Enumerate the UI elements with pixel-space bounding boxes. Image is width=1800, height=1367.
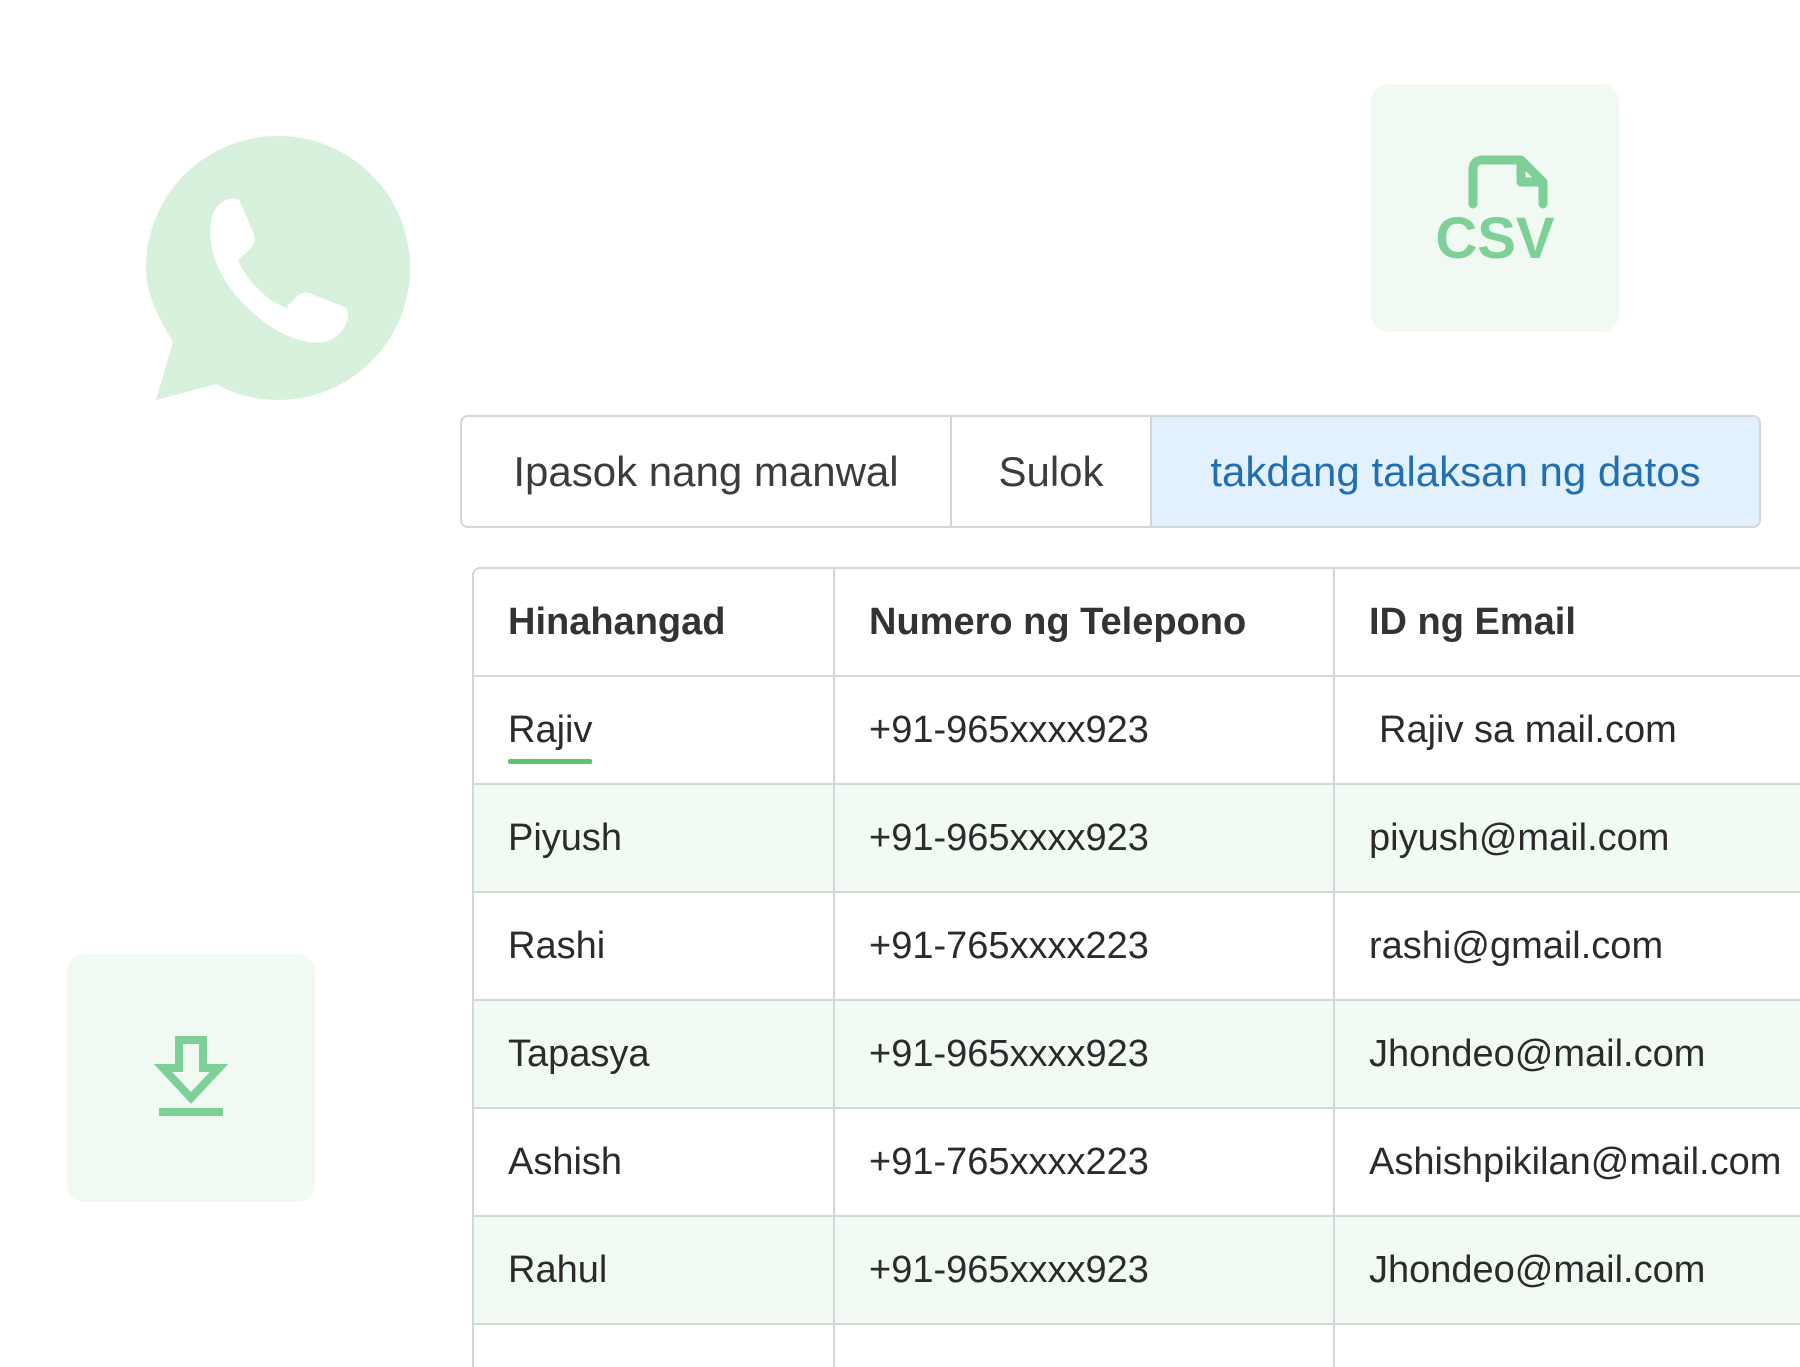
- whatsapp-icon: [118, 118, 438, 438]
- name-cell[interactable]: Piyush: [474, 785, 833, 891]
- table-row[interactable]: Ashish +91-765xxxx223 Ashishpikilan@mail…: [474, 1109, 1800, 1217]
- email-cell[interactable]: Jhondeo@mail.com: [1333, 1217, 1800, 1323]
- csv-file-icon: CSV: [1435, 155, 1555, 271]
- csv-file-tile[interactable]: CSV: [1371, 84, 1619, 332]
- contacts-table: Hinahangad Numero ng Telepono ID ng Emai…: [472, 567, 1800, 1367]
- column-header-phone: Numero ng Telepono: [833, 569, 1333, 675]
- table-row[interactable]: Piyush +91-965xxxx923 piyush@mail.com: [474, 785, 1800, 893]
- table-row[interactable]: Rashi +91-765xxxx223 rashi@gmail.com: [474, 893, 1800, 1001]
- name-cell[interactable]: Rajiv: [474, 677, 833, 783]
- tab-manual-entry[interactable]: Ipasok nang manwal: [462, 417, 950, 526]
- column-header-email: ID ng Email: [1333, 569, 1800, 675]
- table-row[interactable]: Rajiv +91-965xxxx923 Rajiv sa mail.com: [474, 677, 1800, 785]
- phone-cell[interactable]: +91-965xxxx923: [833, 677, 1333, 783]
- name-cell[interactable]: Tapasya: [474, 1001, 833, 1107]
- phone-cell[interactable]: +91-765xxxx223: [833, 893, 1333, 999]
- table-row[interactable]: Rahul +91-965xxxx923 Jhondeo@mail.com: [474, 1217, 1800, 1325]
- email-cell[interactable]: [1333, 1325, 1800, 1367]
- phone-cell[interactable]: [833, 1325, 1333, 1367]
- phone-cell[interactable]: +91-965xxxx923: [833, 785, 1333, 891]
- table-header-row: Hinahangad Numero ng Telepono ID ng Emai…: [474, 569, 1800, 677]
- name-cell[interactable]: Ashish: [474, 1109, 833, 1215]
- email-cell[interactable]: Rajiv sa mail.com: [1333, 677, 1800, 783]
- phone-cell[interactable]: +91-765xxxx223: [833, 1109, 1333, 1215]
- phone-cell[interactable]: +91-965xxxx923: [833, 1217, 1333, 1323]
- email-cell[interactable]: Jhondeo@mail.com: [1333, 1001, 1800, 1107]
- tab-sulok[interactable]: Sulok: [950, 417, 1150, 526]
- email-cell[interactable]: rashi@gmail.com: [1333, 893, 1800, 999]
- download-tile[interactable]: [67, 954, 315, 1202]
- phone-cell[interactable]: +91-965xxxx923: [833, 1001, 1333, 1107]
- name-cell[interactable]: Rashi: [474, 893, 833, 999]
- download-icon: [153, 1036, 229, 1116]
- email-text: Rajiv sa mail.com: [1379, 708, 1677, 751]
- email-cell[interactable]: piyush@mail.com: [1333, 785, 1800, 891]
- source-tabs: Ipasok nang manwal Sulok takdang talaksa…: [460, 415, 1761, 528]
- email-cell[interactable]: Ashishpikilan@mail.com: [1333, 1109, 1800, 1215]
- csv-label: CSV: [1435, 206, 1555, 271]
- name-cell[interactable]: Rahul: [474, 1217, 833, 1323]
- table-row[interactable]: [474, 1325, 1800, 1367]
- table-row[interactable]: Tapasya +91-965xxxx923 Jhondeo@mail.com: [474, 1001, 1800, 1109]
- column-header-name: Hinahangad: [508, 600, 726, 643]
- name-cell[interactable]: [474, 1325, 833, 1367]
- name-text: Rajiv: [508, 708, 593, 764]
- tab-data-file[interactable]: takdang talaksan ng datos: [1150, 417, 1759, 526]
